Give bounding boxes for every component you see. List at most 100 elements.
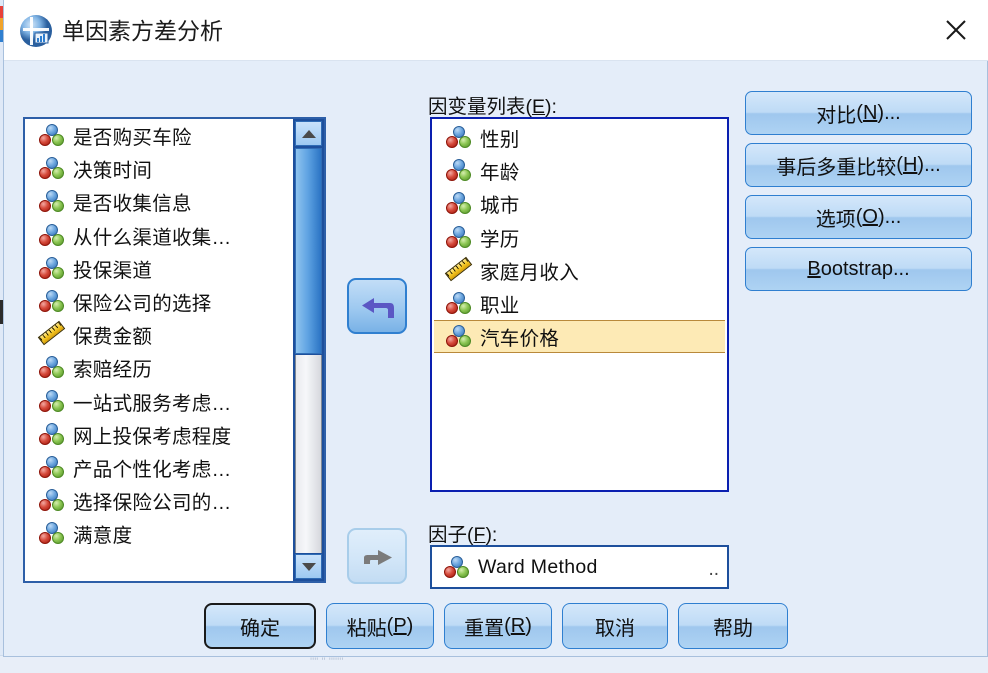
close-icon[interactable] (923, 0, 988, 60)
nominal-icon (444, 555, 469, 579)
posthoc-button-suffix: ... (924, 153, 941, 176)
one-way-anova-dialog: 单因素方差分析 是否购买车险 决策时间 是否收集信息 从什么渠道收集… 投保渠道… (3, 0, 988, 657)
list-item-label: 从什么渠道收集… (73, 226, 232, 249)
options-button[interactable]: 选项(O)... (745, 195, 972, 239)
list-item[interactable]: 年龄 (432, 154, 727, 187)
list-item-label: 产品个性化考虑… (73, 458, 232, 481)
list-item[interactable]: 索赔经历 (25, 351, 293, 384)
contrasts-button-accelerator: N (862, 101, 878, 124)
bootstrap-button[interactable]: Bootstrap... (745, 247, 972, 291)
list-item[interactable]: 选择保险公司的… (25, 484, 293, 517)
list-item-label: 是否收集信息 (73, 193, 192, 216)
nominal-icon (39, 157, 64, 180)
list-item[interactable]: 保费金额 (25, 318, 293, 351)
nominal-icon (446, 192, 471, 215)
ok-button[interactable]: 确定 (204, 603, 316, 649)
reset-button-accelerator: R (510, 614, 526, 637)
nominal-icon (39, 190, 64, 213)
bootstrap-button-label: ootstrap (820, 257, 893, 280)
list-item-label: 年龄 (480, 162, 520, 185)
nominal-icon (446, 126, 471, 149)
list-item[interactable]: 一站式服务考虑… (25, 385, 293, 418)
factor-ellipsis: .. (708, 559, 719, 580)
list-item[interactable]: 从什么渠道收集… (25, 219, 293, 252)
dependent-list-label: 因变量列表(E): (428, 96, 557, 118)
posthoc-button[interactable]: 事后多重比较(H)... (745, 143, 972, 187)
nominal-icon (39, 223, 64, 247)
nominal-icon (39, 422, 64, 446)
list-item-label: 职业 (480, 295, 520, 318)
dependent-list-accelerator: E (532, 96, 546, 118)
nominal-icon (39, 124, 64, 147)
window-title: 单因素方差分析 (62, 18, 223, 44)
list-item-label: 学历 (480, 228, 520, 251)
list-item-selected[interactable]: 汽车价格 (434, 320, 725, 354)
list-item-label: 决策时间 (73, 160, 153, 183)
contrasts-button[interactable]: 对比(N)... (745, 91, 972, 135)
list-item[interactable]: 决策时间 (25, 152, 293, 185)
list-item-label: 满意度 (73, 525, 133, 548)
nominal-icon (446, 159, 471, 182)
factor-label: 因子(F): (428, 524, 498, 546)
list-item[interactable]: 是否收集信息 (25, 185, 293, 218)
move-to-factor-arrow[interactable] (347, 528, 407, 584)
options-button-label: 选项 (815, 208, 856, 231)
posthoc-button-accelerator: H (902, 153, 918, 176)
scrollbar-thumb[interactable] (295, 148, 322, 354)
move-to-dependent-arrow[interactable] (347, 278, 407, 334)
nominal-icon (446, 292, 471, 315)
list-item-label: 保险公司的选择 (73, 293, 212, 316)
list-item[interactable]: 城市 (432, 187, 727, 220)
list-item[interactable]: 产品个性化考虑… (25, 451, 293, 484)
contrasts-button-suffix: ... (884, 101, 901, 124)
list-item[interactable]: 保险公司的选择 (25, 285, 293, 318)
nominal-icon (39, 455, 64, 479)
nominal-icon (39, 489, 64, 512)
reset-button-label: 重置 (464, 617, 505, 640)
paste-button[interactable]: 粘贴(P) (326, 603, 434, 649)
dependent-variable-list[interactable]: 性别 年龄 城市 学历 家庭月收入 职业 汽车价格 (430, 117, 729, 492)
scrollbar-track[interactable] (295, 355, 322, 553)
scale-icon (37, 320, 66, 346)
nominal-icon (39, 356, 64, 379)
posthoc-button-label: 事后多重比较 (776, 156, 897, 179)
list-item[interactable]: 学历 (432, 221, 727, 254)
list-item-label: 选择保险公司的… (73, 492, 232, 515)
nominal-icon (446, 325, 471, 348)
list-item[interactable]: 投保渠道 (25, 252, 293, 285)
list-item[interactable]: 职业 (432, 287, 727, 320)
reset-button[interactable]: 重置(R) (444, 603, 552, 649)
ok-button-label: 确定 (240, 617, 280, 640)
options-button-suffix: ... (884, 205, 902, 228)
list-item-label: 汽车价格 (480, 328, 560, 351)
options-button-accelerator: O (862, 205, 878, 228)
source-list-scrollbar[interactable] (293, 119, 324, 581)
cancel-button-label: 取消 (595, 617, 635, 640)
list-item[interactable]: 是否购买车险 (25, 119, 293, 152)
source-variable-list[interactable]: 是否购买车险 决策时间 是否收集信息 从什么渠道收集… 投保渠道 保险公司的选择 (23, 117, 326, 583)
nominal-icon (446, 225, 471, 249)
list-item-label: 索赔经历 (73, 359, 153, 382)
scroll-up-icon[interactable] (295, 121, 322, 146)
list-item-label: 家庭月收入 (480, 261, 580, 284)
list-item[interactable]: 网上投保考虑程度 (25, 418, 293, 451)
list-item-label: 网上投保考虑程度 (73, 425, 232, 448)
scale-icon (444, 256, 473, 282)
source-variable-list-items[interactable]: 是否购买车险 决策时间 是否收集信息 从什么渠道收集… 投保渠道 保险公司的选择 (25, 119, 293, 581)
factor-value: Ward Method (478, 555, 598, 578)
list-item[interactable]: 性别 (432, 121, 727, 154)
dependent-list-label-text: 因变量列表 (428, 96, 526, 118)
help-button[interactable]: 帮助 (678, 603, 788, 649)
list-item[interactable]: 满意度 (25, 517, 293, 550)
list-item-label: 一站式服务考虑… (73, 392, 232, 415)
cancel-button[interactable]: 取消 (562, 603, 668, 649)
nominal-icon (39, 256, 64, 280)
factor-field[interactable]: Ward Method .. (430, 545, 729, 589)
list-item[interactable]: 家庭月收入 (432, 254, 727, 287)
scroll-down-icon[interactable] (295, 554, 322, 579)
nominal-icon (39, 389, 64, 413)
list-item-label: 保费金额 (73, 326, 153, 349)
bootstrap-button-suffix: ... (892, 257, 910, 280)
paste-button-accelerator: P (393, 614, 407, 637)
nominal-icon (39, 522, 64, 545)
